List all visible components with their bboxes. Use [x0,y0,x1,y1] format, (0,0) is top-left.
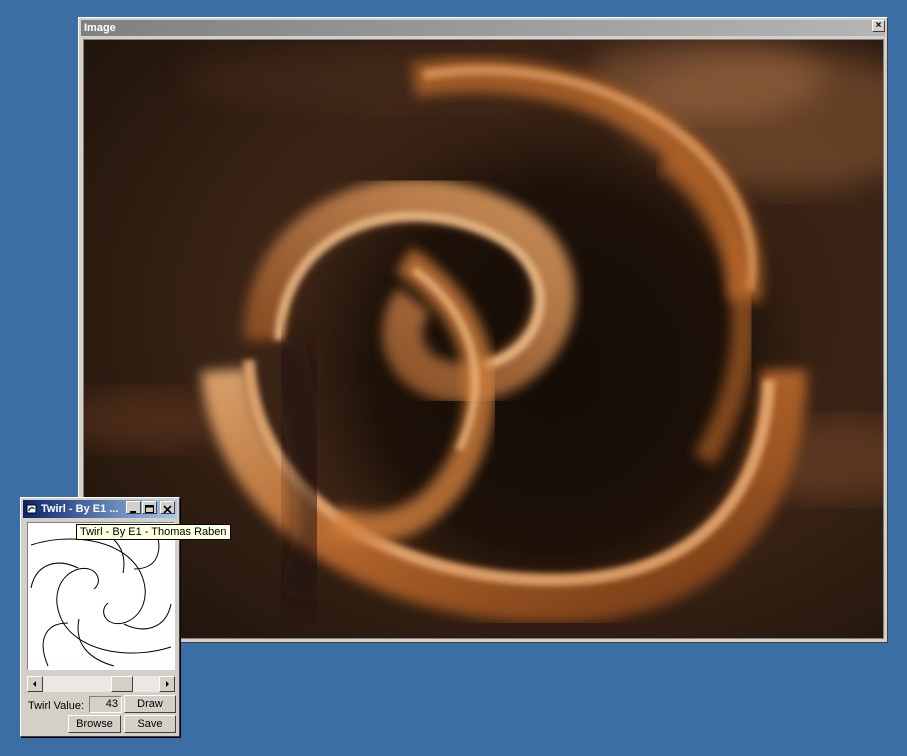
image-close-button[interactable]: × [872,20,885,32]
maximize-icon [145,505,154,513]
app-icon[interactable] [26,503,38,515]
twirl-value-field[interactable]: 43 [89,696,122,713]
save-button[interactable]: Save [124,715,176,733]
arrow-right-icon [166,681,169,687]
image-window-title: Image [84,22,116,34]
minimize-icon [130,511,136,513]
twirl-value-label: Twirl Value: [28,700,85,712]
twirled-image-canvas [84,40,883,638]
twirled-image [83,39,884,639]
image-window-titlebar[interactable]: Image [81,20,885,36]
scroll-right-button[interactable] [159,676,175,692]
scroll-thumb[interactable] [111,676,133,692]
close-icon [163,505,172,514]
twirl-scrollbar[interactable] [27,676,175,692]
close-icon: × [875,20,882,31]
browse-button[interactable]: Browse [68,715,121,733]
twirl-window-title: Twirl - By E1 ... [41,503,119,515]
image-window: Image × [78,17,888,643]
draw-button[interactable]: Draw [124,695,176,713]
twirl-preview [27,522,175,670]
maximize-button[interactable] [142,501,157,514]
twirl-preview-drawing [30,525,172,667]
minimize-button[interactable] [126,501,141,514]
tooltip: Twirl - By E1 - Thomas Raben [76,524,231,540]
close-button[interactable] [160,501,175,514]
arrow-left-icon [33,681,36,687]
scroll-left-button[interactable] [27,676,43,692]
